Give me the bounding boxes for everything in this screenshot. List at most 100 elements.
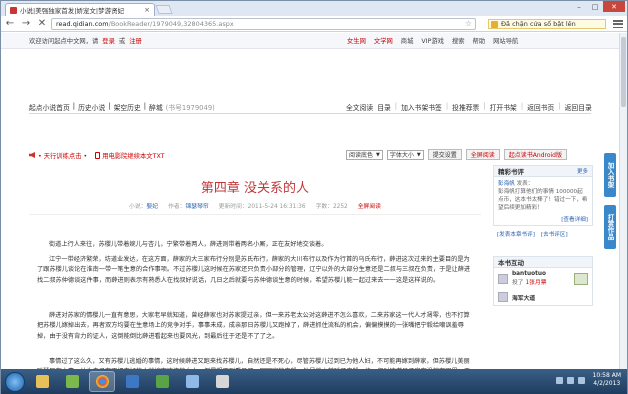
word-count: 2252: [332, 204, 348, 210]
taskbar-app[interactable]: [149, 371, 175, 392]
submit-settings-button[interactable]: 提交设置: [427, 149, 462, 160]
android-app-button[interactable]: 起点读书Android版: [503, 149, 567, 160]
breadcrumb-item[interactable]: 醉城: [149, 102, 163, 112]
speaker-icon: [29, 152, 35, 158]
top-nav-item[interactable]: 网站导航: [493, 36, 518, 45]
add-bookshelf-button[interactable]: 加入书架: [604, 153, 616, 197]
review-header: 精彩书评 更多: [494, 166, 592, 177]
taskbar-app[interactable]: [59, 371, 85, 392]
close-tab-icon[interactable]: ×: [144, 6, 150, 14]
fan-name[interactable]: 海军大道: [512, 293, 535, 302]
popup-blocked-indicator[interactable]: Đã chặn cửa sổ bật lên: [488, 19, 606, 29]
breadcrumb-item[interactable]: 历史小说: [78, 102, 105, 112]
bookmark-star-icon[interactable]: ☆: [465, 19, 472, 28]
avatar[interactable]: [498, 273, 508, 284]
review-viewall-link[interactable]: [查看详细]: [494, 215, 592, 225]
review-item: 彭海帆 发表： 彭海帆打算他们的事情 100000起点币，这本书太棒了！错过一下…: [494, 177, 592, 215]
ad-banner: [83, 51, 543, 97]
reader-top-menu: 全文阅读 目录 | 加入书架书签 | 投推荐票 | 打开书架 | 返回书页 | 返回目录: [346, 102, 592, 112]
tab-title: 小说|美强独家首发|娇宠文|梦游贤妃: [20, 7, 125, 15]
book-link[interactable]: 娶妃: [146, 204, 158, 210]
menu-item[interactable]: 目录: [377, 102, 391, 112]
address-bar[interactable]: read.qidian.com /BookReader/1979049,3280…: [51, 18, 476, 30]
top-nav-item[interactable]: 女生网: [347, 36, 366, 45]
taskbar: 10:58 AM 4/2/2013: [1, 369, 627, 394]
bg-select-value: 阅读底色: [349, 152, 374, 159]
top-nav-item[interactable]: 商城: [401, 36, 414, 45]
address-path: /BookReader/1979049,32804365.aspx: [108, 20, 234, 28]
back-button[interactable]: ←: [3, 17, 17, 31]
top-nav-item[interactable]: 文学网: [374, 36, 393, 45]
post-review-link[interactable]: [发表本章书评]: [497, 230, 535, 238]
breadcrumb-item[interactable]: 架空历史: [114, 102, 141, 112]
chapter-paragraph: 江宁一带经济繁荣，坊道业发达，在这方面，薛家的大三家布行分别是苏氏布行，薛家的大…: [37, 256, 471, 284]
author-link[interactable]: 锦瑟琴帘: [185, 204, 208, 210]
ticket-icon: [574, 272, 588, 285]
review-links: [发表本章书评] [去书评区]: [493, 226, 593, 242]
close-window-button[interactable]: ✕: [603, 1, 625, 12]
promo-link[interactable]: • 天行训练点击 •: [38, 151, 87, 160]
taskbar-app[interactable]: [179, 371, 205, 392]
chapter-paragraph: 街道上行人来往，苏櫻儿带着婉儿与杏儿，宁繁带着两人，薛进则带着两名小厮，正在友好…: [49, 241, 328, 248]
welcome-label: 欢迎访问起点中文网，请: [29, 38, 99, 45]
review-user[interactable]: 彭海帆: [498, 181, 515, 187]
browser-menu-icon[interactable]: [613, 19, 623, 29]
top-nav-item[interactable]: 帮助: [473, 36, 486, 45]
register-link[interactable]: 注册: [129, 38, 142, 45]
forward-button[interactable]: →: [19, 17, 33, 31]
taskbar-chrome[interactable]: [89, 371, 115, 392]
interaction-box: 本书互动 bantuotuo 投了 1张月票 海军大道: [493, 256, 593, 306]
popup-blocked-icon: [491, 20, 498, 28]
browser-tab[interactable]: 小说|美强独家首发|娇宠文|梦游贤妃 ×: [5, 3, 155, 16]
avatar[interactable]: [498, 292, 508, 302]
phone-icon: [95, 151, 101, 159]
menu-item[interactable]: 打开书架: [490, 102, 517, 112]
interaction-header: 本书互动: [494, 257, 592, 268]
phone-download-link[interactable]: 用电影院继续本文TXT: [95, 151, 165, 160]
taskbar-folder[interactable]: [29, 371, 55, 392]
top-nav-item[interactable]: 搜索: [452, 36, 465, 45]
menu-item[interactable]: 返回书页: [527, 102, 554, 112]
login-link[interactable]: 登录: [102, 38, 115, 45]
fullscreen-read-link[interactable]: 全屏阅读: [358, 201, 381, 210]
tray-flag-icon[interactable]: [555, 376, 563, 384]
menu-item[interactable]: 投推荐票: [452, 102, 479, 112]
top-nav-item[interactable]: VIP游戏: [421, 36, 444, 45]
meta-label: 更新时间：: [218, 204, 248, 210]
vertical-scrollbar[interactable]: [619, 33, 627, 369]
review-text: 彭海帆打算他们的事情 100000起点币，这本书太棒了！错过一下，希望后续更加精…: [498, 189, 588, 211]
chevron-down-icon: ▼: [376, 151, 380, 158]
right-sidebar: 精彩书评 更多 彭海帆 发表： 彭海帆打算他们的事情 100000起点币，这本书太…: [493, 165, 593, 306]
stop-button[interactable]: ✕: [35, 17, 49, 31]
background-color-select[interactable]: 阅读底色 ▼: [346, 149, 383, 160]
fullscreen-read-button[interactable]: 全屏阅读: [465, 149, 500, 160]
maximize-button[interactable]: □: [587, 1, 603, 12]
review-zone-link[interactable]: [去书评区]: [541, 230, 568, 238]
tray-network-icon[interactable]: [566, 376, 574, 384]
menu-item[interactable]: 加入书架书签: [401, 102, 442, 112]
fan-item: 海军大道: [494, 289, 592, 305]
reward-button[interactable]: 打赏作品: [604, 205, 616, 249]
browser-toolbar: ← → ✕ read.qidian.com /BookReader/197904…: [1, 16, 627, 32]
tray-volume-icon[interactable]: [577, 376, 585, 384]
minimize-button[interactable]: –: [571, 1, 587, 12]
taskbar-app[interactable]: [209, 371, 235, 392]
breadcrumb-item[interactable]: 起点小说首页: [29, 102, 70, 112]
chevron-down-icon: ▼: [416, 151, 421, 158]
menu-item[interactable]: 全文阅读: [346, 102, 373, 112]
start-button[interactable]: [5, 371, 25, 392]
menu-item[interactable]: 返回目录: [565, 102, 592, 112]
site-topbar: 欢迎访问起点中文网，请 登录 或 注册 女生网 文学网 商城 VIP游戏 搜索 …: [1, 33, 619, 49]
window-controls: – □ ✕: [571, 1, 625, 12]
clock-date: 4/2/2013: [593, 380, 621, 387]
clock[interactable]: 10:58 AM 4/2/2013: [593, 372, 621, 388]
page-viewport: 欢迎访问起点中文网，请 登录 或 注册 女生网 文学网 商城 VIP游戏 搜索 …: [1, 33, 619, 369]
top-site-nav: 女生网 文学网 商城 VIP游戏 搜索 帮助 网站导航: [347, 36, 518, 45]
new-tab-button[interactable]: [155, 5, 173, 14]
font-size-select[interactable]: 字体大小 ▼: [386, 149, 424, 160]
taskbar-media[interactable]: [119, 371, 145, 392]
fan-action: 投了: [512, 280, 524, 286]
divider: [29, 113, 591, 114]
scrollbar-thumb[interactable]: [621, 37, 626, 107]
review-more-link[interactable]: 更多: [577, 167, 588, 175]
